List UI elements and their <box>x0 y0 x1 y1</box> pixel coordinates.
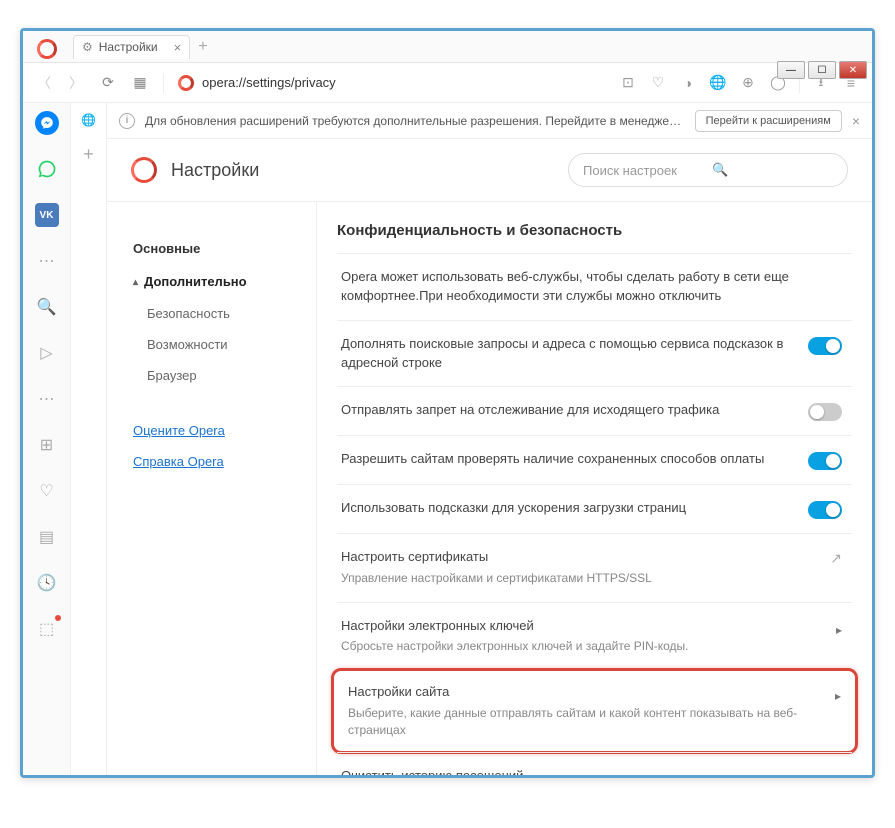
address-bar: 〈 〉 ⟳ ▦ opera://settings/privacy ⊡ ♡ ◑ 🌐… <box>23 63 872 103</box>
section-intro-row: Opera может использовать веб-службы, что… <box>337 253 852 320</box>
chevron-right-icon: ▸ <box>836 623 842 637</box>
url-text: opera://settings/privacy <box>202 75 336 90</box>
window-controls: — ☐ ✕ <box>777 61 867 79</box>
nav-help-link[interactable]: Справка Opera <box>129 446 306 477</box>
row-payment-label: Разрешить сайтам проверять наличие сохра… <box>341 450 798 469</box>
extensions-icon[interactable]: ⊞ <box>35 433 59 457</box>
toggle-preload[interactable] <box>808 501 842 519</box>
search-input[interactable]: Поиск настроек 🔍 <box>568 153 848 187</box>
nav-rate-link[interactable]: Оцените Opera <box>129 415 306 446</box>
info-message: Для обновления расширений требуются допо… <box>145 114 685 128</box>
pinned-tabs: 🌐 + <box>71 103 107 775</box>
speed-dial-icon[interactable]: ▦ <box>131 74 149 92</box>
translate-icon[interactable]: 🌐 <box>709 74 727 92</box>
keys-subtitle: Сбросьте настройки электронных ключей и … <box>341 638 826 655</box>
nav-basic[interactable]: Основные <box>129 232 306 265</box>
forward-button[interactable]: 〉 <box>67 74 85 92</box>
chevron-right-icon: ▸ <box>836 773 842 775</box>
messenger-sidebar: VK ⋯ 🔍 ▷ ⋯ ⊞ ♡ ▤ 🕓 ⬚ <box>23 103 71 775</box>
divider <box>163 73 164 93</box>
gear-icon: ⚙ <box>82 40 93 54</box>
row-site-settings[interactable]: Настройки сайта Выберите, какие данные о… <box>331 668 858 755</box>
keys-title: Настройки электронных ключей <box>341 617 826 636</box>
goto-extensions-button[interactable]: Перейти к расширениям <box>695 110 842 132</box>
vk-icon[interactable]: VK <box>35 203 59 227</box>
tab-bar: ⚙ Настройки × + <box>23 31 872 63</box>
main-area: i Для обновления расширений требуются до… <box>107 103 872 775</box>
ellipsis-icon[interactable]: ⋯ <box>35 249 59 273</box>
site-subtitle: Выберите, какие данные отправлять сайтам… <box>348 705 825 740</box>
nav-features[interactable]: Возможности <box>129 329 306 360</box>
ellipsis-icon-2[interactable]: ⋯ <box>35 387 59 411</box>
row-clear-history[interactable]: Очистить историю посещений ▸ <box>337 752 852 775</box>
messenger-icon[interactable] <box>35 111 59 135</box>
close-tab-icon[interactable]: × <box>174 40 182 55</box>
tab-title: Настройки <box>99 40 158 54</box>
info-bar: i Для обновления расширений требуются до… <box>107 103 872 139</box>
toggle-payment[interactable] <box>808 452 842 470</box>
search-sidebar-icon[interactable]: 🔍 <box>35 295 59 319</box>
spacer <box>129 391 306 415</box>
nav-advanced[interactable]: Дополнительно <box>129 265 306 298</box>
row-dnt-label: Отправлять запрет на отслеживание для ис… <box>341 401 798 420</box>
external-link-icon: ↗ <box>830 550 842 567</box>
adblock-icon[interactable]: ◑ <box>679 74 697 92</box>
close-window-button[interactable]: ✕ <box>839 61 867 79</box>
globe-icon[interactable]: ⊕ <box>739 74 757 92</box>
settings-nav: Основные Дополнительно Безопасность Возм… <box>107 202 317 775</box>
close-infobar-icon[interactable]: × <box>852 113 860 129</box>
nav-browser[interactable]: Браузер <box>129 360 306 391</box>
opera-icon <box>178 75 194 91</box>
maximize-button[interactable]: ☐ <box>808 61 836 79</box>
url-field[interactable]: opera://settings/privacy <box>178 75 605 91</box>
flow-icon[interactable]: ▷ <box>35 341 59 365</box>
back-button[interactable]: 〈 <box>35 74 53 92</box>
row-preload: Использовать подсказки для ускорения заг… <box>337 484 852 533</box>
whatsapp-icon[interactable] <box>35 157 59 181</box>
cube-icon[interactable]: ⬚ <box>35 617 59 641</box>
nav-security[interactable]: Безопасность <box>129 298 306 329</box>
chevron-right-icon: ▸ <box>835 689 841 703</box>
row-payment: Разрешить сайтам проверять наличие сохра… <box>337 435 852 484</box>
settings-main: Конфиденциальность и безопасность Opera … <box>317 202 872 775</box>
opera-logo-icon <box>131 157 157 183</box>
settings-body: Основные Дополнительно Безопасность Возм… <box>107 202 872 775</box>
settings-header: Настройки Поиск настроек 🔍 <box>107 139 872 202</box>
cert-title: Настроить сертификаты <box>341 548 820 567</box>
history-icon[interactable]: 🕓 <box>35 571 59 595</box>
snapshot-icon[interactable]: ⊡ <box>619 74 637 92</box>
row-security-keys[interactable]: Настройки электронных ключей Сбросьте на… <box>337 602 852 670</box>
section-intro: Opera может использовать веб-службы, что… <box>341 268 842 306</box>
clear-history-label: Очистить историю посещений <box>341 767 826 775</box>
row-autocomplete: Дополнять поисковые запросы и адреса с п… <box>337 320 852 387</box>
notification-dot <box>55 615 61 621</box>
row-dnt: Отправлять запрет на отслеживание для ис… <box>337 386 852 435</box>
new-tab-button[interactable]: + <box>198 38 207 56</box>
browser-window: ⚙ Настройки × + 〈 〉 ⟳ ▦ opera://settings… <box>20 28 875 778</box>
info-icon: i <box>119 113 135 129</box>
content-row: VK ⋯ 🔍 ▷ ⋯ ⊞ ♡ ▤ 🕓 ⬚ 🌐 + i Для обновлени… <box>23 103 872 775</box>
row-preload-label: Использовать подсказки для ускорения заг… <box>341 499 798 518</box>
minimize-button[interactable]: — <box>777 61 805 79</box>
row-certificates[interactable]: Настроить сертификаты Управление настрой… <box>337 533 852 601</box>
cert-subtitle: Управление настройками и сертификатами H… <box>341 570 820 587</box>
add-pinned-button[interactable]: + <box>78 143 100 165</box>
site-title: Настройки сайта <box>348 683 825 702</box>
pinned-translate-icon[interactable]: 🌐 <box>78 109 100 131</box>
heart-icon[interactable]: ♡ <box>649 74 667 92</box>
row-autocomplete-label: Дополнять поисковые запросы и адреса с п… <box>341 335 798 373</box>
page-title: Настройки <box>171 160 554 181</box>
search-placeholder: Поиск настроек <box>583 163 704 178</box>
news-icon[interactable]: ▤ <box>35 525 59 549</box>
section-title: Конфиденциальность и безопасность <box>337 222 852 239</box>
opera-menu-icon[interactable] <box>37 39 57 59</box>
toggle-autocomplete[interactable] <box>808 337 842 355</box>
toggle-dnt[interactable] <box>808 403 842 421</box>
search-icon: 🔍 <box>712 162 833 178</box>
tab-settings[interactable]: ⚙ Настройки × <box>73 35 190 59</box>
reload-button[interactable]: ⟳ <box>99 74 117 92</box>
bookmarks-icon[interactable]: ♡ <box>35 479 59 503</box>
